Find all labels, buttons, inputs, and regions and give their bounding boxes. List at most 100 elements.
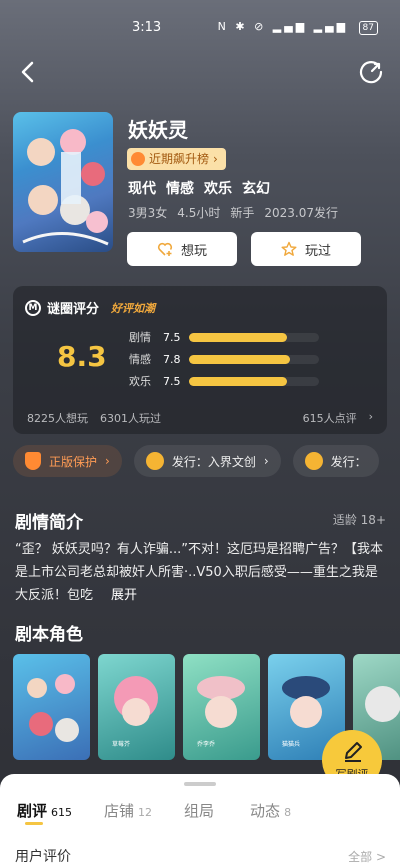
want-to-play-button[interactable]: 想玩 bbox=[127, 232, 237, 266]
want-label: 想玩 bbox=[180, 243, 207, 259]
roles-title: 剧本角色 bbox=[15, 625, 83, 645]
rating-brand-label: 谜圈评分 bbox=[47, 302, 100, 317]
status-bar: 3:13 N ✱ ⊘ ▂▄▆ ▂▄▆ 87 bbox=[0, 0, 400, 56]
tag: 玄幻 bbox=[242, 181, 270, 197]
tab-label: 组局 bbox=[184, 802, 215, 820]
played-label: 玩过 bbox=[304, 243, 331, 259]
rating-bar-track bbox=[189, 376, 319, 386]
rating-row: 情感 7.8 bbox=[129, 348, 319, 370]
expand-link[interactable]: 展开 bbox=[111, 588, 137, 603]
role-art bbox=[114, 676, 158, 726]
tab-stores[interactable]: 店铺 12 bbox=[104, 800, 152, 821]
tab-label: 剧评 bbox=[17, 802, 48, 820]
sheet-handle[interactable] bbox=[184, 782, 216, 786]
role-card[interactable]: 草莓芥 bbox=[98, 654, 175, 760]
publisher-icon bbox=[304, 452, 323, 470]
star-icon bbox=[281, 241, 297, 256]
shield-icon bbox=[25, 452, 41, 470]
game-title: 妖妖灵 bbox=[128, 118, 188, 142]
tag: 现代 bbox=[128, 181, 156, 197]
rating-row: 剧情 7.5 bbox=[129, 326, 319, 348]
chevron-right-icon[interactable]: › bbox=[369, 410, 373, 426]
tab-groups[interactable]: 组局 bbox=[184, 800, 218, 821]
tab-label: 动态 bbox=[250, 802, 281, 820]
rating-card[interactable]: M 谜圈评分 好评如潮 8.3 剧情 7.5 情感 7.8 欢乐 7.5 822… bbox=[13, 286, 387, 434]
role-name: 草莓芥 bbox=[112, 741, 131, 748]
battery-icon: 87 bbox=[358, 21, 378, 35]
chevron-right-icon: › bbox=[105, 454, 110, 468]
pen-icon bbox=[345, 742, 362, 762]
status-time: 3:13 bbox=[132, 20, 162, 35]
back-arrow-icon[interactable] bbox=[14, 58, 42, 86]
status-icons-text: N ✱ ⊘ ▂▄▆ ▂▄▆ bbox=[217, 20, 349, 33]
rating-label: 剧情 bbox=[129, 331, 151, 344]
game-meta: 3男3女 4.5小时 新手 2023.07发行 bbox=[128, 204, 338, 221]
publisher-label: 发行：入界文创 bbox=[171, 454, 256, 469]
rating-footer: 8225人想玩 6301人玩过 615人点评 › bbox=[27, 410, 373, 426]
bottom-sheet: 剧评 615 店铺 12 组局 动态 8 用户评价 全部 > bbox=[0, 774, 400, 866]
role-name: 猫猫兵 bbox=[282, 741, 301, 748]
difficulty: 新手 bbox=[230, 206, 255, 220]
review-count[interactable]: 615人点评 bbox=[303, 410, 357, 426]
license-chip[interactable]: 正版保护 › bbox=[13, 445, 122, 477]
refresh-share-icon[interactable] bbox=[356, 57, 386, 87]
tab-count: 12 bbox=[138, 806, 153, 819]
role-art bbox=[27, 674, 79, 742]
role-card[interactable]: 乔李乔 bbox=[183, 654, 260, 760]
tab-label: 店铺 bbox=[104, 802, 135, 820]
license-label: 正版保护 bbox=[49, 454, 98, 469]
tab-feed[interactable]: 动态 8 bbox=[250, 800, 291, 821]
played-count: 6301人玩过 bbox=[100, 412, 161, 425]
intro-body: “歪？ 妖妖灵吗？有人诈骗...”不对！这厄玛是招聘广告？【我本是上市公司老总却… bbox=[15, 542, 383, 603]
tag-list: 现代 情感 欢乐 玄幻 bbox=[128, 178, 270, 198]
medal-icon bbox=[131, 152, 145, 166]
m-logo-icon: M bbox=[25, 299, 41, 316]
release-date: 2023.07发行 bbox=[264, 206, 339, 220]
rating-bar-fill bbox=[189, 332, 287, 342]
view-all-link[interactable]: 全部 > bbox=[348, 848, 386, 865]
rating-bar-track bbox=[189, 332, 319, 342]
duration: 4.5小时 bbox=[177, 206, 221, 220]
publisher-label: 发行： bbox=[330, 454, 367, 469]
tab-reviews[interactable]: 剧评 615 bbox=[17, 800, 72, 821]
tab-indicator bbox=[25, 822, 43, 825]
game-cover-image bbox=[13, 112, 113, 252]
intro-text: “歪？ 妖妖灵吗？有人诈骗...”不对！这厄玛是招聘广告？【我本是上市公司老总却… bbox=[15, 538, 387, 607]
player-count: 3男3女 bbox=[128, 206, 168, 220]
chip-row: 正版保护 › 发行：入界文创 › 发行： bbox=[13, 445, 379, 477]
rating-bar-track bbox=[189, 354, 319, 364]
want-count: 8225人想玩 bbox=[27, 412, 88, 425]
rating-value: 7.8 bbox=[163, 352, 181, 366]
rating-value: 7.5 bbox=[163, 330, 181, 344]
age-rating: 适龄 18+ bbox=[332, 513, 386, 527]
role-name: 乔李乔 bbox=[197, 741, 216, 748]
rating-score: 8.3 bbox=[57, 340, 107, 373]
intro-title: 剧情简介 bbox=[15, 513, 83, 533]
role-art bbox=[197, 676, 245, 728]
chevron-right-icon: › bbox=[213, 152, 218, 166]
cover-art bbox=[22, 129, 109, 246]
role-card[interactable] bbox=[13, 654, 90, 760]
heart-plus-icon bbox=[157, 242, 173, 256]
tag: 情感 bbox=[166, 181, 194, 197]
rank-badge[interactable]: 近期飙升榜 › bbox=[127, 148, 226, 170]
publisher-chip[interactable]: 发行：入界文创 › bbox=[133, 445, 281, 477]
sheet-tabs: 剧评 615 店铺 12 组局 动态 8 bbox=[17, 800, 291, 821]
status-icons: N ✱ ⊘ ▂▄▆ ▂▄▆ 87 bbox=[218, 20, 378, 35]
tab-count: 615 bbox=[51, 806, 73, 819]
rank-badge-label: 近期飙升榜 bbox=[149, 152, 210, 166]
rating-bar-fill bbox=[189, 376, 287, 386]
played-button[interactable]: 玩过 bbox=[251, 232, 361, 266]
rating-badge: 好评如潮 bbox=[111, 301, 156, 315]
tag: 欢乐 bbox=[204, 181, 232, 197]
tab-count: 8 bbox=[284, 806, 292, 819]
rating-value: 7.5 bbox=[163, 374, 181, 388]
rating-label: 情感 bbox=[129, 353, 151, 366]
publisher-chip[interactable]: 发行： bbox=[292, 445, 379, 477]
rating-bars: 剧情 7.5 情感 7.8 欢乐 7.5 bbox=[129, 326, 319, 392]
publisher-icon bbox=[145, 452, 164, 470]
user-reviews-title: 用户评价 bbox=[15, 849, 71, 865]
chevron-right-icon: › bbox=[263, 454, 269, 468]
rating-row: 欢乐 7.5 bbox=[129, 370, 319, 392]
